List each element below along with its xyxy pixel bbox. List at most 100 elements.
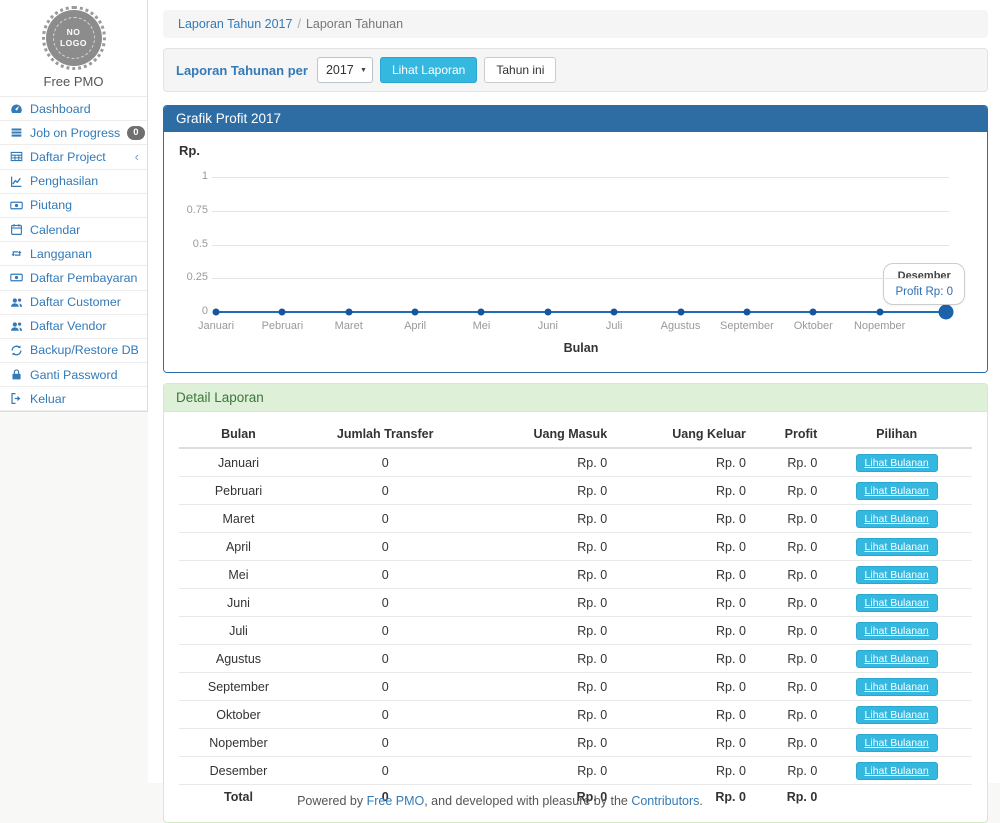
column-header-masuk: Uang Masuk [472,421,611,448]
cell-transfer: 0 [298,701,472,729]
sidebar-item-label: Dashboard [30,102,91,116]
lihat-bulanan-button[interactable]: Lihat Bulanan [856,734,938,752]
cell-pilihan: Lihat Bulanan [821,645,972,673]
chart-point-pebruari[interactable] [279,309,286,316]
cell-pilihan: Lihat Bulanan [821,589,972,617]
sidebar-item-penghasilan[interactable]: Penghasilan [0,170,147,194]
y-axis-title: Rp. [179,143,200,158]
detail-report-panel: Detail Laporan Bulan Jumlah Transfer Uan… [163,383,988,823]
sidebar-item-daftar-vendor[interactable]: Daftar Vendor [0,315,147,339]
calendar-icon [10,223,23,236]
table-row-juli: Juli0Rp. 0Rp. 0Rp. 0Lihat Bulanan [179,617,972,645]
cell-bulan: Juni [179,589,298,617]
logo-area: NO LOGO Free PMO [0,0,147,97]
cell-keluar: Rp. 0 [611,673,750,701]
lihat-bulanan-button[interactable]: Lihat Bulanan [856,454,938,472]
cell-keluar: Rp. 0 [611,533,750,561]
sidebar-item-piutang[interactable]: Piutang [0,194,147,218]
cell-bulan: Nopember [179,729,298,757]
lihat-bulanan-button[interactable]: Lihat Bulanan [856,594,938,612]
x-tick-label: Januari [198,320,234,332]
chart-point-maret[interactable] [345,309,352,316]
x-tick-label: Maret [335,320,363,332]
lihat-bulanan-button[interactable]: Lihat Bulanan [856,762,938,780]
y-tick-label: 0.75 [164,204,208,216]
lihat-bulanan-button[interactable]: Lihat Bulanan [856,482,938,500]
cell-transfer: 0 [298,477,472,505]
column-header-profit: Profit [750,421,821,448]
footer-link-contributors[interactable]: Contributors [631,794,699,808]
chart-point-desember[interactable] [939,305,954,320]
tahun-ini-button[interactable]: Tahun ini [484,57,556,83]
column-header-transfer: Jumlah Transfer [298,421,472,448]
chart-title: Grafik Profit 2017 [164,106,987,132]
sidebar-item-label: Piutang [30,198,72,212]
cell-masuk: Rp. 0 [472,533,611,561]
y-tick-label: 0.5 [164,238,208,250]
x-axis-title: Bulan [216,341,946,355]
lihat-bulanan-button[interactable]: Lihat Bulanan [856,706,938,724]
sidebar-item-job-on-progress[interactable]: Job on Progress0 [0,121,147,145]
cell-profit: Rp. 0 [750,729,821,757]
table-row-april: April0Rp. 0Rp. 0Rp. 0Lihat Bulanan [179,533,972,561]
breadcrumb-current: Laporan Tahunan [306,17,403,31]
lihat-bulanan-button[interactable]: Lihat Bulanan [856,622,938,640]
lihat-bulanan-button[interactable]: Lihat Bulanan [856,538,938,556]
table-row-agustus: Agustus0Rp. 0Rp. 0Rp. 0Lihat Bulanan [179,645,972,673]
lihat-laporan-button[interactable]: Lihat Laporan [380,57,477,83]
sidebar-item-label: Daftar Customer [30,295,121,309]
cell-masuk: Rp. 0 [472,561,611,589]
breadcrumb-link[interactable]: Laporan Tahun 2017 [178,17,292,31]
cell-pilihan: Lihat Bulanan [821,757,972,785]
year-select-value: 2017 [326,63,354,77]
table-icon [10,150,23,163]
sidebar-item-calendar[interactable]: Calendar [0,218,147,242]
chart-point-agustus[interactable] [677,309,684,316]
chart-point-september[interactable] [743,309,750,316]
cell-profit: Rp. 0 [750,477,821,505]
tasks-icon [10,126,23,139]
y-tick-label: 0.25 [164,271,208,283]
x-tick-label: September [720,320,774,332]
sidebar-item-daftar-pembayaran[interactable]: Daftar Pembayaran [0,266,147,290]
chart-point-juni[interactable] [544,309,551,316]
lihat-bulanan-button[interactable]: Lihat Bulanan [856,678,938,696]
sidebar-item-langganan[interactable]: Langganan [0,242,147,266]
chart-point-juli[interactable] [611,309,618,316]
column-header-bulan: Bulan [179,421,298,448]
sidebar-item-label: Job on Progress [30,126,120,140]
x-tick-label: Oktober [794,320,833,332]
sidebar-item-label: Ganti Password [30,368,117,382]
refresh-icon [10,344,23,357]
chart-point-januari[interactable] [213,309,220,316]
logo-line2: LOGO [60,38,87,49]
chart-point-april[interactable] [412,309,419,316]
chart-point-oktober[interactable] [810,309,817,316]
report-toolbar: Laporan Tahunan per 2017 ▼ Lihat Laporan… [163,48,988,92]
content-area: Laporan Tahun 2017/Laporan Tahunan Lapor… [148,0,1000,783]
year-select[interactable]: 2017 ▼ [317,57,373,83]
sidebar-item-daftar-project[interactable]: Daftar Project‹ [0,145,147,169]
logo-line1: NO [67,27,81,38]
lihat-bulanan-button[interactable]: Lihat Bulanan [856,510,938,528]
cell-transfer: 0 [298,505,472,533]
sidebar: NO LOGO Free PMO Dashboard Job on Progres… [0,0,148,783]
sidebar-item-keluar[interactable]: Keluar [0,387,147,411]
lock-icon [10,368,23,381]
chart-point-mei[interactable] [478,309,485,316]
footer: Powered by Free PMO, and developed with … [0,783,1000,819]
sidebar-item-daftar-customer[interactable]: Daftar Customer [0,291,147,315]
chart-point-nopember[interactable] [876,309,883,316]
sidebar-item-ganti-password[interactable]: Ganti Password [0,363,147,387]
lihat-bulanan-button[interactable]: Lihat Bulanan [856,650,938,668]
cell-profit: Rp. 0 [750,505,821,533]
cell-transfer: 0 [298,673,472,701]
detail-report-body: Bulan Jumlah Transfer Uang Masuk Uang Ke… [164,412,987,822]
money-icon [10,271,23,284]
sidebar-item-backup-restore-db[interactable]: Backup/Restore DB [0,339,147,363]
lihat-bulanan-button[interactable]: Lihat Bulanan [856,566,938,584]
y-tick-label: 0 [164,305,208,317]
sidebar-item-dashboard[interactable]: Dashboard [0,97,147,121]
footer-link-freepmo[interactable]: Free PMO [367,794,425,808]
cell-profit: Rp. 0 [750,701,821,729]
